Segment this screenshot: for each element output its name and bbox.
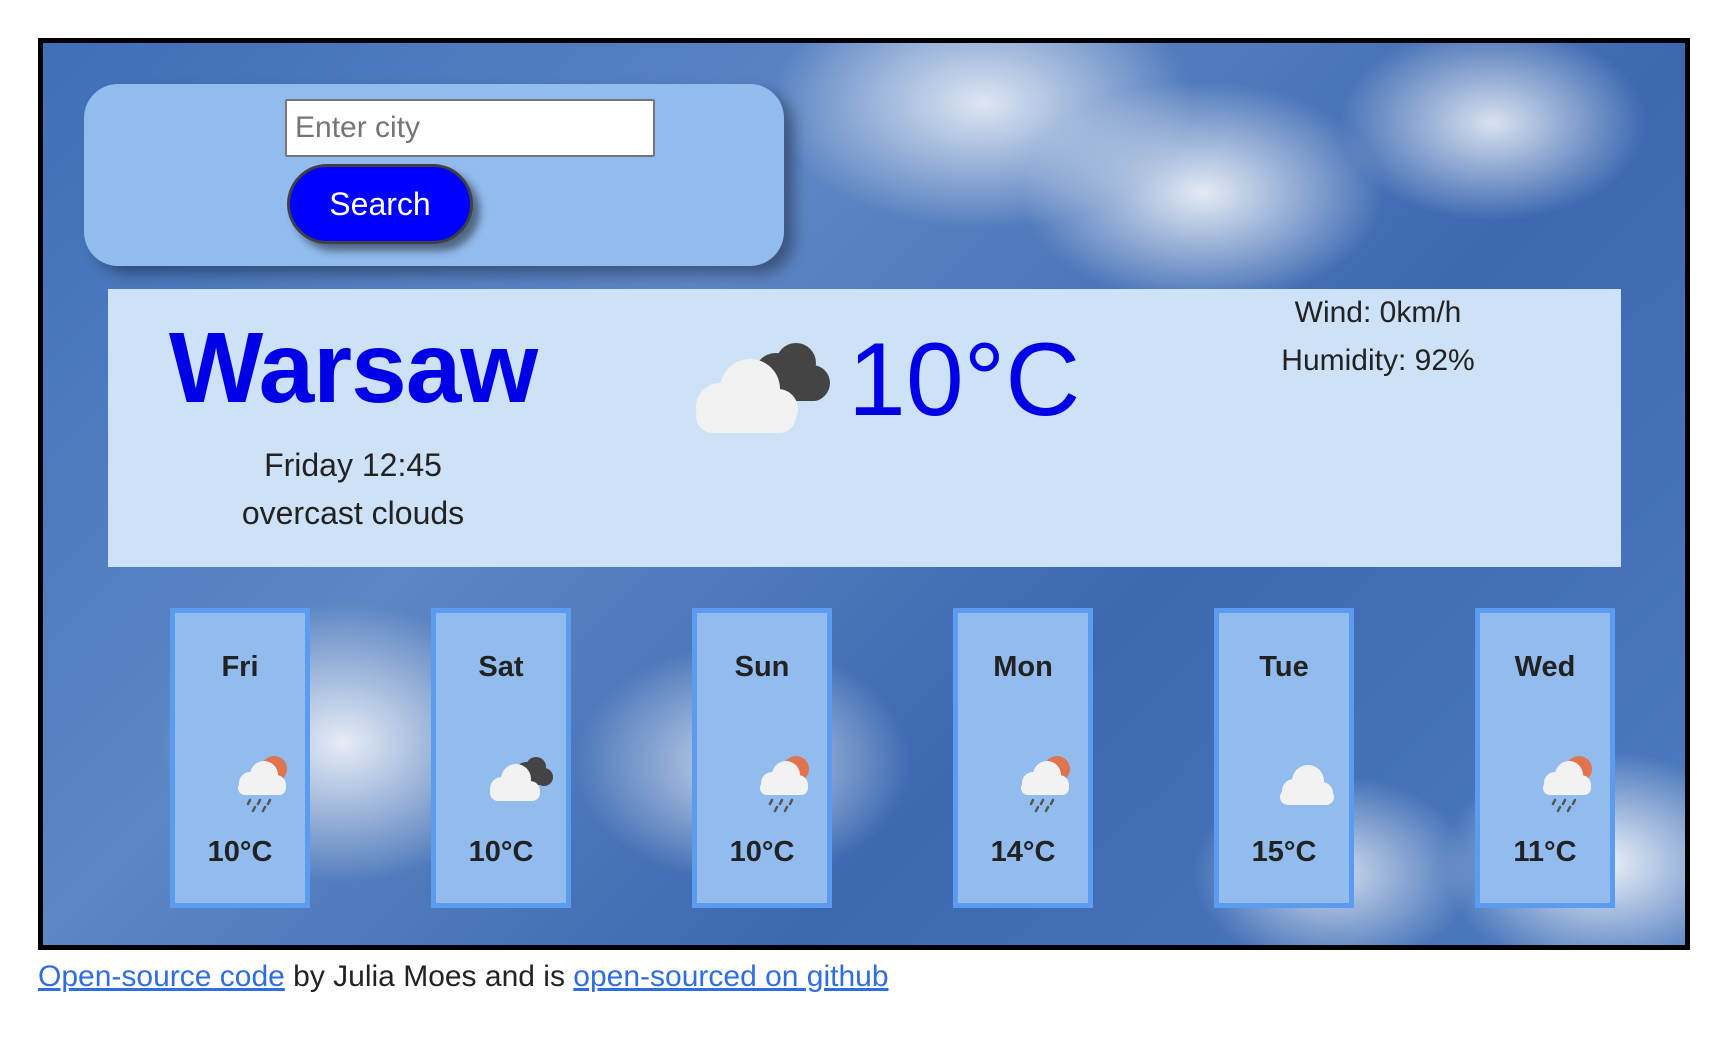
forecast-card: Fri 10°C <box>170 608 310 908</box>
weather-description: overcast clouds <box>241 495 465 531</box>
broken-clouds-icon <box>696 343 830 433</box>
weather-app: Search Warsaw Friday 12:45 overcast clou… <box>38 38 1690 950</box>
forecast-temperature: 10°C <box>207 836 273 868</box>
forecast-temperature: 14°C <box>990 836 1056 868</box>
wind-speed: Wind: 0km/h <box>1294 296 1462 329</box>
light-rain-sun-icon <box>1543 756 1592 813</box>
current-temperature: 10°C <box>848 322 1081 438</box>
forecast-day: Wed <box>1514 651 1576 683</box>
humidity: Humidity: 92% <box>1281 344 1475 377</box>
date-time: Friday 12:45 <box>264 447 442 483</box>
current-weather-panel: Warsaw Friday 12:45 overcast clouds 10°C… <box>108 289 1621 567</box>
forecast-day: Fri <box>221 651 259 683</box>
forecast-temperature: 10°C <box>468 836 534 868</box>
forecast-temperature: 10°C <box>729 836 795 868</box>
forecast-card: Wed 11°C <box>1475 608 1615 908</box>
forecast-card: Tue 15°C <box>1214 608 1354 908</box>
forecast-card: Sun 10°C <box>692 608 832 908</box>
footer: Open-source code by Julia Moes and is op… <box>38 960 889 994</box>
forecast-temperature: 11°C <box>1513 836 1577 868</box>
broken-clouds-icon <box>490 757 553 801</box>
forecast-day: Sat <box>478 651 524 683</box>
city-name: Warsaw <box>168 312 538 424</box>
cloud-icon <box>1280 765 1334 805</box>
forecast-temperature: 15°C <box>1251 836 1317 868</box>
light-rain-sun-icon <box>760 756 809 813</box>
forecast-day: Sun <box>734 651 790 683</box>
search-input[interactable] <box>285 99 655 157</box>
light-rain-sun-icon <box>1021 756 1070 813</box>
github-link[interactable]: open-sourced on github <box>573 960 888 993</box>
footer-text: by Julia Moes and is <box>284 960 574 993</box>
forecast-day: Tue <box>1259 651 1309 683</box>
search-panel: Search <box>84 84 784 266</box>
open-source-code-link[interactable]: Open-source code <box>38 960 285 993</box>
forecast-card: Mon 14°C <box>953 608 1093 908</box>
search-button[interactable]: Search <box>287 164 473 244</box>
forecast-card: Sat 10°C <box>431 608 571 908</box>
forecast-day: Mon <box>993 651 1053 683</box>
light-rain-sun-icon <box>238 756 287 813</box>
